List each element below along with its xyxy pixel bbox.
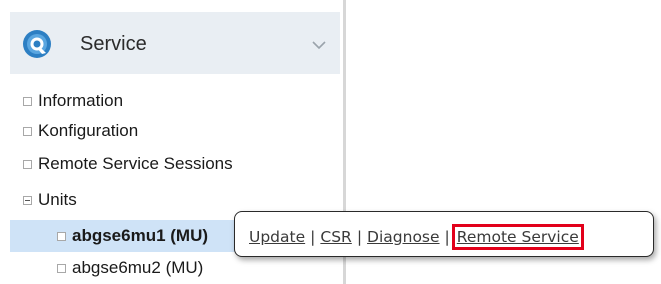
tree-item-label: abgse6mu2 (MU) [72,258,204,277]
chevron-down-icon[interactable] [312,40,326,50]
unit-context-popup: Update | CSR | Diagnose | Remote Service [234,211,654,257]
service-section-header[interactable]: Service [10,12,340,74]
tree-item-information[interactable]: Information [0,86,340,116]
tree-item-remote-service-sessions[interactable]: Remote Service Sessions [0,149,340,179]
square-icon [23,159,32,169]
tree-item-konfiguration[interactable]: Konfiguration [0,116,340,146]
collapse-minus-icon[interactable] [23,195,32,205]
tree-item-label: Units [38,190,77,209]
service-title: Service [80,33,147,55]
square-icon [57,263,66,273]
tree-item-label: Information [38,91,124,110]
square-icon [23,96,32,106]
square-icon [23,126,32,136]
tree-item-label: Remote Service Sessions [38,154,233,173]
popup-links: Update | CSR | Diagnose | Remote Service [249,224,584,250]
tree-item-label: Konfiguration [38,121,139,140]
update-link[interactable]: Update [249,228,305,246]
remote-service-link[interactable]: Remote Service [457,228,579,246]
separator: | [310,228,316,246]
service-logo-icon [23,30,51,58]
separator: | [356,228,363,246]
remote-service-highlight: Remote Service [451,224,584,250]
square-icon [57,231,66,241]
tree-item-abgse6mu2[interactable]: abgse6mu2 (MU) [0,253,340,283]
csr-link[interactable]: CSR [320,228,351,246]
tree-item-label: abgse6mu1 (MU) [72,226,209,245]
diagnose-link[interactable]: Diagnose [367,228,440,246]
